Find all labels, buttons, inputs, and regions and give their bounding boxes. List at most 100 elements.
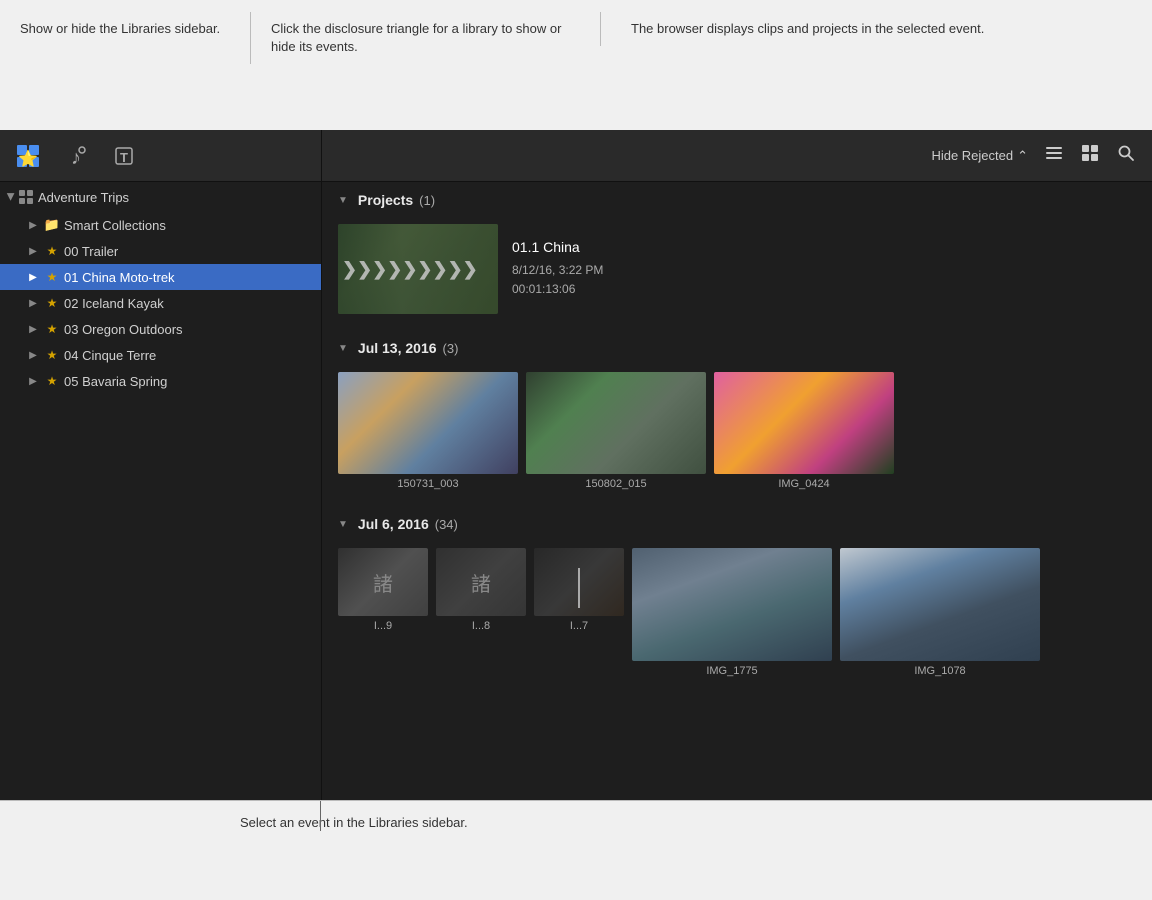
chevron-pattern: ❯❯❯❯❯❯❯❯❯	[338, 224, 498, 314]
star-icon-bavaria: ★	[44, 373, 60, 389]
annotation-left-text: Show or hide the Libraries sidebar.	[20, 21, 220, 36]
clip-label-150731: 150731_003	[397, 478, 458, 490]
library-grid-icon	[18, 189, 34, 205]
clip-item-img1775[interactable]: IMG_1775	[632, 548, 832, 677]
bavaria-label: 05 Bavaria Spring	[64, 374, 313, 389]
clip-thumbnail-i9: 諸	[338, 548, 428, 616]
project-meta: 8/12/16, 3:22 PM 00:01:13:06	[512, 261, 1136, 299]
project-title: 01.1 China	[512, 239, 1136, 255]
sidebar-item-03-oregon[interactable]: ▶ ★ 03 Oregon Outdoors	[0, 316, 321, 342]
sidebar-item-05-bavaria[interactable]: ▶ ★ 05 Bavaria Spring	[0, 368, 321, 394]
jul13-clips-grid: 150731_003 150802_015 IMG_0424	[322, 364, 1152, 506]
jul13-count: (3)	[443, 341, 459, 356]
library-name: Adventure Trips	[38, 190, 317, 205]
clip-item-i9[interactable]: 諸 I...9	[338, 548, 428, 677]
trailer-label: 00 Trailer	[64, 244, 313, 259]
toolbar-left: ⭐ ♪ T	[0, 130, 322, 181]
project-date: 8/12/16, 3:22 PM	[512, 261, 1136, 280]
project-item[interactable]: ❯❯❯❯❯❯❯❯❯ 01.1 China 8/12/16, 3:22 PM 00…	[338, 224, 1136, 314]
hide-rejected-button[interactable]: Hide Rejected ⌃	[931, 148, 1028, 164]
clip-thumbnail-150802	[526, 372, 706, 474]
sidebar: ▶ Adventure Trips ▶ 📁 Smart Collections	[0, 182, 322, 800]
clip-label-img1078: IMG_1078	[914, 665, 965, 677]
oregon-disclosure[interactable]: ▶	[26, 322, 40, 336]
clip-thumbnail-i7	[534, 548, 624, 616]
jul6-count: (34)	[435, 517, 458, 532]
grid-view-icon[interactable]	[1080, 143, 1100, 168]
clip-label-i9: I...9	[374, 620, 392, 632]
china-disclosure[interactable]: ▶	[26, 270, 40, 284]
clip-item-150731[interactable]: 150731_003	[338, 372, 518, 490]
star-icon-cinque: ★	[44, 347, 60, 363]
projects-disclosure-icon[interactable]: ▼	[338, 195, 348, 206]
bottom-annotation: Select an event in the Libraries sidebar…	[0, 800, 1152, 900]
clip-label-i8: I...8	[472, 620, 490, 632]
clip-thumbnail-img1775	[632, 548, 832, 661]
oregon-label: 03 Oregon Outdoors	[64, 322, 313, 337]
music-icon[interactable]: ♪	[60, 140, 92, 172]
hide-rejected-label: Hide Rejected	[931, 148, 1013, 163]
star-icon-china: ★	[44, 269, 60, 285]
app-container: ⭐ ♪ T Hide Rejected ⌃	[0, 130, 1152, 800]
sidebar-item-01-china[interactable]: ▶ ★ 01 China Moto-trek	[0, 264, 321, 290]
jul6-disclosure-icon[interactable]: ▼	[338, 519, 348, 530]
annotation-middle-text: Click the disclosure triangle for a libr…	[271, 21, 561, 54]
list-view-icon[interactable]	[1044, 143, 1064, 168]
clip-item-i8[interactable]: 諸 I...8	[436, 548, 526, 677]
jul13-disclosure-icon[interactable]: ▼	[338, 343, 348, 354]
projects-count: (1)	[419, 193, 435, 208]
star-icon-iceland: ★	[44, 295, 60, 311]
clip-label-150802: 150802_015	[585, 478, 646, 490]
svg-text:⭐: ⭐	[18, 149, 38, 168]
bottom-annotation-text: Select an event in the Libraries sidebar…	[240, 813, 468, 833]
smart-collections-disclosure[interactable]: ▶	[26, 218, 40, 232]
iceland-disclosure[interactable]: ▶	[26, 296, 40, 310]
cinque-disclosure[interactable]: ▶	[26, 348, 40, 362]
clip-thumbnail-img1078	[840, 548, 1040, 661]
clip-label-i7: I...7	[570, 620, 588, 632]
sidebar-item-00-trailer[interactable]: ▶ ★ 00 Trailer	[0, 238, 321, 264]
clip-label-img0424: IMG_0424	[778, 478, 829, 490]
annotation-right: The browser displays clips and projects …	[600, 12, 1152, 46]
bavaria-disclosure[interactable]: ▶	[26, 374, 40, 388]
browser: ▼ Projects (1) ❯❯❯❯❯❯❯❯❯	[322, 182, 1152, 800]
clip-item-i7[interactable]: I...7	[534, 548, 624, 677]
toolbar-right: Hide Rejected ⌃	[322, 130, 1152, 181]
jul6-clips-grid: 諸 I...9 諸 I...8 I...7	[322, 540, 1152, 693]
star-icon-trailer: ★	[44, 243, 60, 259]
titles-icon[interactable]: T	[108, 140, 140, 172]
folder-icon: 📁	[44, 217, 60, 233]
library-header-row[interactable]: ▶ Adventure Trips	[0, 182, 321, 212]
svg-text:T: T	[120, 150, 128, 165]
clip-item-img0424[interactable]: IMG_0424	[714, 372, 894, 490]
project-thumbnail: ❯❯❯❯❯❯❯❯❯	[338, 224, 498, 314]
clip-item-img1078[interactable]: IMG_1078	[840, 548, 1040, 677]
trailer-disclosure[interactable]: ▶	[26, 244, 40, 258]
jul6-label: Jul 6, 2016	[358, 516, 429, 532]
sidebar-item-02-iceland[interactable]: ▶ ★ 02 Iceland Kayak	[0, 290, 321, 316]
smart-collections-label: Smart Collections	[64, 218, 313, 233]
jul6-section-header[interactable]: ▼ Jul 6, 2016 (34)	[322, 506, 1152, 540]
annotation-right-text: The browser displays clips and projects …	[631, 21, 984, 36]
libraries-icon[interactable]: ⭐	[12, 140, 44, 172]
annotation-area: Show or hide the Libraries sidebar. Clic…	[0, 0, 1152, 130]
sidebar-item-smart-collections[interactable]: ▶ 📁 Smart Collections	[0, 212, 321, 238]
main-content: ▶ Adventure Trips ▶ 📁 Smart Collections	[0, 182, 1152, 800]
clip-thumbnail-img0424	[714, 372, 894, 474]
jul13-label: Jul 13, 2016	[358, 340, 437, 356]
toolbar: ⭐ ♪ T Hide Rejected ⌃	[0, 130, 1152, 182]
star-icon-oregon: ★	[44, 321, 60, 337]
cinque-label: 04 Cinque Terre	[64, 348, 313, 363]
projects-section-header[interactable]: ▼ Projects (1)	[322, 182, 1152, 216]
chevron-up-icon: ⌃	[1017, 148, 1028, 164]
clip-item-150802[interactable]: 150802_015	[526, 372, 706, 490]
projects-label: Projects	[358, 192, 413, 208]
search-icon[interactable]	[1116, 143, 1136, 168]
jul13-section-header[interactable]: ▼ Jul 13, 2016 (3)	[322, 330, 1152, 364]
clip-thumbnail-i8: 諸	[436, 548, 526, 616]
project-duration: 00:01:13:06	[512, 280, 1136, 299]
clip-label-img1775: IMG_1775	[706, 665, 757, 677]
library-disclosure-button[interactable]: ▶	[4, 190, 18, 204]
project-info: 01.1 China 8/12/16, 3:22 PM 00:01:13:06	[512, 239, 1136, 299]
sidebar-item-04-cinque[interactable]: ▶ ★ 04 Cinque Terre	[0, 342, 321, 368]
